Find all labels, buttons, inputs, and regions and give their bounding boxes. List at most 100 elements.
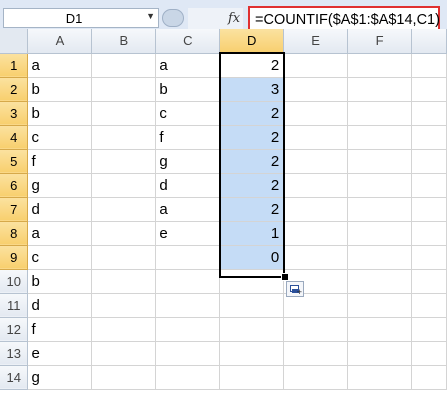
cell-b7[interactable]: [91, 197, 157, 222]
row-header[interactable]: 7: [0, 197, 29, 222]
cell-f4[interactable]: [347, 125, 412, 150]
cell-e12[interactable]: [283, 317, 349, 342]
cell-b9[interactable]: [91, 245, 157, 270]
chevron-down-icon[interactable]: ▼: [146, 11, 155, 21]
cell-f14[interactable]: [347, 365, 412, 390]
cell-b14[interactable]: [91, 365, 157, 390]
cell-d3[interactable]: 2: [219, 101, 285, 126]
column-header-g[interactable]: [411, 29, 447, 54]
cell-d9[interactable]: 0: [219, 245, 285, 270]
cell-e6[interactable]: [283, 173, 349, 198]
cell-f12[interactable]: [347, 317, 412, 342]
cell-d10[interactable]: [219, 269, 285, 294]
cell-d5[interactable]: 2: [219, 149, 285, 174]
cell-e14[interactable]: [283, 365, 349, 390]
cell-f6[interactable]: [347, 173, 412, 198]
row-header[interactable]: 12: [0, 317, 29, 342]
row-header[interactable]: 3: [0, 101, 29, 126]
cell-d12[interactable]: [219, 317, 285, 342]
cell-g10[interactable]: [411, 269, 447, 294]
cell-e2[interactable]: [283, 77, 349, 102]
cell-g5[interactable]: [411, 149, 447, 174]
cell-f7[interactable]: [347, 197, 412, 222]
cell-e8[interactable]: [283, 221, 349, 246]
cell-g12[interactable]: [411, 317, 447, 342]
cell-g6[interactable]: [411, 173, 447, 198]
cell-a14[interactable]: g: [27, 365, 93, 390]
cell-c14[interactable]: [155, 365, 221, 390]
cell-b13[interactable]: [91, 341, 157, 366]
row-header[interactable]: 1: [0, 53, 29, 78]
cell-a5[interactable]: f: [27, 149, 93, 174]
cell-d7[interactable]: 2: [219, 197, 285, 222]
auto-fill-options-icon[interactable]: +: [286, 281, 304, 297]
cell-f10[interactable]: [347, 269, 412, 294]
column-header-b[interactable]: B: [91, 29, 157, 54]
cell-f11[interactable]: [347, 293, 412, 318]
fill-handle[interactable]: [281, 273, 289, 281]
row-header[interactable]: 8: [0, 221, 29, 246]
cell-f13[interactable]: [347, 341, 412, 366]
column-header-f[interactable]: F: [347, 29, 412, 54]
cell-g13[interactable]: [411, 341, 447, 366]
cell-d13[interactable]: [219, 341, 285, 366]
column-header-a[interactable]: A: [27, 29, 93, 54]
row-header[interactable]: 13: [0, 341, 29, 366]
cell-b12[interactable]: [91, 317, 157, 342]
cell-b4[interactable]: [91, 125, 157, 150]
cell-c1[interactable]: a: [155, 53, 221, 78]
cell-f1[interactable]: [347, 53, 412, 78]
cell-g14[interactable]: [411, 365, 447, 390]
row-header[interactable]: 2: [0, 77, 29, 102]
row-header[interactable]: 6: [0, 173, 29, 198]
cell-d11[interactable]: [219, 293, 285, 318]
cell-c6[interactable]: d: [155, 173, 221, 198]
cell-g7[interactable]: [411, 197, 447, 222]
cell-e13[interactable]: [283, 341, 349, 366]
cell-d8[interactable]: 1: [219, 221, 285, 246]
row-header[interactable]: 5: [0, 149, 29, 174]
cell-a12[interactable]: f: [27, 317, 93, 342]
cell-a10[interactable]: b: [27, 269, 93, 294]
cell-d1[interactable]: 2: [219, 53, 285, 78]
cell-c5[interactable]: g: [155, 149, 221, 174]
cell-a8[interactable]: a: [27, 221, 93, 246]
column-header-e[interactable]: E: [283, 29, 349, 54]
cell-a3[interactable]: b: [27, 101, 93, 126]
cell-a13[interactable]: e: [27, 341, 93, 366]
select-all-corner[interactable]: [0, 29, 29, 54]
cell-f8[interactable]: [347, 221, 412, 246]
cell-b8[interactable]: [91, 221, 157, 246]
cell-g4[interactable]: [411, 125, 447, 150]
cell-e3[interactable]: [283, 101, 349, 126]
formula-bar-splitter[interactable]: [162, 9, 184, 27]
cell-b11[interactable]: [91, 293, 157, 318]
cell-e4[interactable]: [283, 125, 349, 150]
cell-f9[interactable]: [347, 245, 412, 270]
cell-a7[interactable]: d: [27, 197, 93, 222]
cell-c13[interactable]: [155, 341, 221, 366]
column-header-d[interactable]: D: [219, 29, 285, 54]
cell-b5[interactable]: [91, 149, 157, 174]
cell-b1[interactable]: [91, 53, 157, 78]
cell-a4[interactable]: c: [27, 125, 93, 150]
cell-c9[interactable]: [155, 245, 221, 270]
cell-d2[interactable]: 3: [219, 77, 285, 102]
cell-g1[interactable]: [411, 53, 447, 78]
cell-e7[interactable]: [283, 197, 349, 222]
cell-a11[interactable]: d: [27, 293, 93, 318]
cell-f3[interactable]: [347, 101, 412, 126]
cell-a9[interactable]: c: [27, 245, 93, 270]
cell-b3[interactable]: [91, 101, 157, 126]
cell-b2[interactable]: [91, 77, 157, 102]
cell-g8[interactable]: [411, 221, 447, 246]
cell-g2[interactable]: [411, 77, 447, 102]
row-header[interactable]: 11: [0, 293, 29, 318]
row-header[interactable]: 9: [0, 245, 29, 270]
cell-c11[interactable]: [155, 293, 221, 318]
cell-d14[interactable]: [219, 365, 285, 390]
cell-g3[interactable]: [411, 101, 447, 126]
cell-c4[interactable]: f: [155, 125, 221, 150]
name-box[interactable]: D1 ▼: [3, 8, 159, 28]
cell-e9[interactable]: [283, 245, 349, 270]
